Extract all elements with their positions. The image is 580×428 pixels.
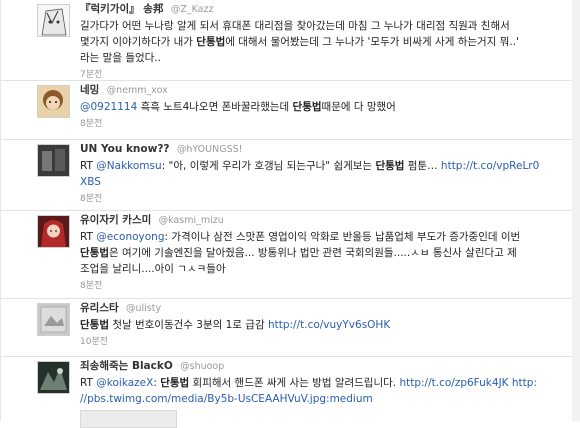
tweet-item: 네밍 @nemm_xox @0921114 흑흑 노트4나오면 폰바꿀라했는데 … — [1, 81, 571, 140]
keyword-highlight: 단통법 — [80, 319, 109, 331]
tweet-text: RT @Nakkomsu: "아, 이렇게 우리가 호갱님 되는구나" 쉽게보는… — [80, 158, 561, 190]
avatar[interactable] — [37, 144, 70, 177]
url-link[interactable]: http: — [509, 377, 537, 389]
tweet-text-line: 라는 말을 들었다.. — [80, 52, 161, 64]
tweet-item: 유이자키 카스미 @kasmi_mizu RT @econoyong: 가격이나… — [1, 211, 571, 299]
avatar-character-icon — [38, 216, 69, 247]
timestamp[interactable]: 8분전 — [80, 118, 561, 130]
tweet-content: 『럭키가이』 송邦 @Z_Kazz 길가다가 어떤 누나랑 알게 되서 휴대폰 … — [80, 2, 561, 81]
url-link-continued[interactable]: //pbs.twimg.com/media/By5b-UsCEAAHVuV.jp… — [80, 391, 561, 407]
tweet-item: 죄송해죽는 BlackO @shuoop RT @koikazeX: 단통법 회… — [1, 357, 571, 428]
user-name[interactable]: 『럭키가이』 송邦 — [80, 3, 163, 15]
text-segment: 펌툰… — [404, 160, 441, 172]
keyword-highlight: 단통법 — [292, 101, 322, 113]
avatar-photo-icon — [38, 304, 69, 335]
avatar-anime-face-icon — [38, 5, 69, 36]
user-name[interactable]: 유리스타 — [80, 302, 119, 314]
user-name[interactable]: UN You know?? — [80, 143, 170, 155]
keyword-highlight: 단통법 — [196, 36, 226, 48]
user-name[interactable]: 죄송해죽는 BlackO — [80, 360, 173, 372]
url-link-continued[interactable]: XBS — [80, 174, 561, 190]
text-segment: 회피해서 핸드폰 싸게 사는 방법 알려드립니다. — [189, 377, 400, 389]
tweet-text: @0921114 흑흑 노트4나오면 폰바꿀라했는데 단통법때문에 다 망했어 — [80, 99, 561, 115]
mention-link[interactable]: @koikazeX — [96, 377, 153, 389]
screen-name[interactable]: @ulisty — [126, 303, 161, 314]
url-link[interactable]: http://t.co/vuyYv6sOHK — [268, 319, 390, 331]
keyword-highlight: 단통법 — [80, 247, 109, 259]
avatar[interactable] — [37, 303, 70, 336]
text-segment: 몇가지 이야기하다가 내가 — [80, 36, 197, 48]
tweet-text: RT @econoyong: 가격이나 삼전 스맛폰 영업이익 악화로 반올등 … — [80, 229, 561, 277]
url-link[interactable]: http://t.co/zp6Fuk4JK — [399, 377, 508, 389]
scrollbar[interactable] — [572, 0, 580, 421]
tweet-text-line: 몇가지 이야기하다가 내가 단통법에 대해서 물어봤는데 그 누나가 '모두가 … — [80, 34, 561, 50]
text-segment: 첫날 번호이동건수 3분의 1로 급감 — [108, 319, 268, 331]
avatar[interactable] — [37, 4, 70, 37]
tweet-text-line: 단통법은 여기에 기솔엔진을 달아줬음... 방통위나 법만 관련 국회의원들.… — [80, 245, 561, 261]
keyword-highlight: 단통법 — [160, 377, 190, 389]
tweet-content: UN You know?? @hYOUNGSS! RT @Nakkomsu: "… — [80, 142, 561, 205]
user-name[interactable]: 네밍 — [80, 84, 99, 96]
avatar[interactable] — [37, 85, 70, 118]
timestamp[interactable]: 10분전 — [80, 336, 561, 348]
screen-name[interactable]: @Z_Kazz — [171, 4, 214, 15]
screen-name[interactable]: @kasmi_mizu — [159, 215, 224, 226]
screen-name[interactable]: @shuoop — [180, 361, 224, 372]
tweet-text-line: 조업을 날리니....아이 ㄱㅅㅋ들아 — [80, 263, 226, 275]
tweet-text-line: RT @Nakkomsu: "아, 이렇게 우리가 호갱님 되는구나" 쉽게보는… — [80, 158, 561, 174]
screen-name[interactable]: @hYOUNGSS! — [177, 144, 243, 155]
tweet-item: 유리스타 @ulisty 단통법 첫날 번호이동건수 3분의 1로 급감 htt… — [1, 299, 571, 357]
tweet-text-line: RT @koikazeX: 단통법 회피해서 핸드폰 싸게 사는 방법 알려드립… — [80, 375, 561, 391]
tweet-content: 죄송해죽는 BlackO @shuoop RT @koikazeX: 단통법 회… — [80, 359, 561, 428]
tweet-text-line: RT @econoyong: 가격이나 삼전 스맛폰 영업이익 악화로 반올등 … — [80, 229, 561, 245]
timestamp[interactable]: 8분전 — [80, 280, 561, 292]
retweet-prefix: RT — [80, 160, 97, 172]
tweet-content: 유리스타 @ulisty 단통법 첫날 번호이동건수 3분의 1로 급감 htt… — [80, 301, 561, 348]
tweet-content: 유이자키 카스미 @kasmi_mizu RT @econoyong: 가격이나… — [80, 213, 561, 292]
avatar-photo-icon — [38, 145, 69, 176]
text-segment: : 가격이나 삼전 스맛폰 영업이익 악화로 반올등 납품업체 부도가 증가중인… — [164, 231, 521, 243]
text-segment: : "아, 이렇게 우리가 호갱님 되는구나" 쉽게보는 — [161, 160, 376, 172]
tweet-text: 단통법 첫날 번호이동건수 3분의 1로 급감 http://t.co/vuyY… — [80, 317, 561, 333]
screen-name[interactable]: @nemm_xox — [107, 85, 168, 96]
timestamp[interactable]: 8분전 — [80, 193, 561, 205]
tweet-item: UN You know?? @hYOUNGSS! RT @Nakkomsu: "… — [1, 140, 571, 211]
avatar[interactable] — [37, 215, 70, 248]
avatar-character-icon — [38, 86, 69, 117]
keyword-highlight: 단통법 — [375, 160, 405, 172]
text-segment: 때문에 다 망했어 — [321, 101, 396, 113]
mention-link[interactable]: @0921114 — [80, 101, 137, 113]
mention-link[interactable]: @Nakkomsu — [96, 160, 161, 172]
text-segment: 은 여기에 기솔엔진을 달아줬음... 방통위나 법만 관련 국회의원들....… — [108, 247, 517, 259]
mention-link[interactable]: @econoyong — [96, 231, 164, 243]
text-segment: 흑흑 노트4나오면 폰바꿀라했는데 — [137, 101, 293, 113]
media-thumbnail[interactable] — [80, 410, 177, 428]
timestamp[interactable]: 7분전 — [80, 69, 561, 81]
user-name[interactable]: 유이자키 카스미 — [80, 214, 151, 226]
retweet-prefix: RT — [80, 231, 97, 243]
avatar-artwork-icon — [38, 362, 69, 393]
tweet-text: RT @koikazeX: 단통법 회피해서 핸드폰 싸게 사는 방법 알려드립… — [80, 375, 561, 407]
retweet-prefix: RT — [80, 377, 97, 389]
url-link[interactable]: http://t.co/vpReLr0 — [441, 160, 539, 172]
tweet-content: 네밍 @nemm_xox @0921114 흑흑 노트4나오면 폰바꿀라했는데 … — [80, 83, 561, 130]
tweet-item: 『럭키가이』 송邦 @Z_Kazz 길가다가 어떤 누나랑 알게 되서 휴대폰 … — [1, 0, 571, 81]
text-segment: 에 대해서 물어봤는데 그 누나가 '모두가 비싸게 사게 하는거지 뭐..' — [225, 36, 519, 48]
tweet-text-line: 길가다가 어떤 누나랑 알게 되서 휴대폰 대리점을 찾아갔는데 마침 그 누나… — [80, 20, 510, 32]
avatar[interactable] — [37, 361, 70, 394]
tweet-text: 길가다가 어떤 누나랑 알게 되서 휴대폰 대리점을 찾아갔는데 마침 그 누나… — [80, 18, 561, 66]
